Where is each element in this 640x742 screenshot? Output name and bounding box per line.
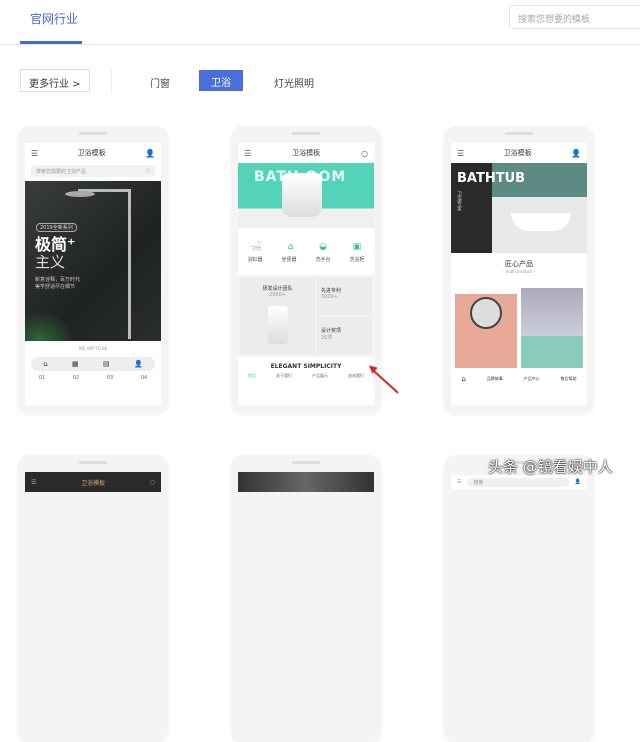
search-icon: ○ [145,168,150,174]
hero-subtitle: 主义 [35,253,66,271]
search-icon: ○ [149,478,155,486]
product-image-mirror[interactable] [455,294,517,368]
template-card-4[interactable]: ☰ 卫浴模板 ○ [18,455,168,742]
user-icon: 👤 [571,148,581,158]
tabbar-contact[interactable]: 咨询我们 [348,373,364,379]
hero-title: BATHTUB [457,171,526,186]
hero-image: 2019全新系列 极简⁺ 主义 新意诠释，百万时代 美学舒适尽在细节 [25,181,161,341]
search-icon: ○ [361,148,368,158]
template-card-1[interactable]: ☰ 卫浴模板 👤 搜索您需要的卫浴产品 ○ 2019全新系列 极简⁺ 主义 新意诠释，… [18,126,168,413]
category-label[interactable]: 洗浴柜 [349,256,364,263]
bathtub-icon: 🛁 [250,242,263,252]
cabinet-icon: ▣ [352,242,362,252]
category-label[interactable]: 浴缸器 [247,256,262,263]
nav-item[interactable]: 品牌故事 [487,376,503,382]
tabbar-home[interactable]: 首页 [248,373,256,379]
nav-item[interactable]: 01 [39,375,45,381]
toilet-icon: ⌂ [287,242,294,252]
grid-icon[interactable]: ▦ [72,360,79,368]
doc-icon[interactable]: ▤ [103,360,110,368]
tile-rd-team[interactable]: 研发设计团队 2000+ [240,277,315,355]
nav-item[interactable]: 售后帮助 [561,376,577,382]
template-card-5[interactable] [231,455,381,742]
category-bathroom[interactable]: 卫浴 [199,70,243,91]
product-image-faucet[interactable] [521,288,583,368]
divider [0,44,640,45]
nav-item[interactable]: 产品中心 [524,376,540,382]
home-icon[interactable]: ⌂ [43,360,47,368]
category-doors-windows[interactable]: 门窗 [150,75,170,90]
tabbar-about[interactable]: 关于我们 [276,373,292,379]
nav-item[interactable]: 02 [73,375,79,381]
section-subtitle: - main product - [502,269,536,274]
nav-item[interactable]: 04 [141,375,147,381]
more-industries-button[interactable]: 更多行业 > [20,69,90,92]
user-icon: 👤 [145,148,155,158]
template-title: 卫浴模板 [77,149,106,157]
template-title: 卫浴模板 [292,149,321,157]
basin-icon: ◒ [319,242,327,252]
search-field: 搜索 [467,477,569,487]
category-label[interactable]: 坐便器 [281,256,296,263]
user-icon[interactable]: 👤 [134,360,143,368]
caption: WE AIM TO BE [78,346,108,351]
nav-item[interactable]: 03 [107,375,113,381]
template-search-input[interactable]: 搜索您想要的模板 [509,5,640,29]
divider [111,68,112,94]
template-card-3[interactable]: ☰ 卫浴模板 👤 BATHTUB 卫浴专家 匠心产品 - main product … [444,126,594,413]
hero-image: BATHTUB 卫浴专家 [451,163,587,253]
hero-side-text: 卫浴专家 [456,191,462,211]
hero-desc: 新意诠释，百万时代 美学舒适尽在细节 [35,277,81,290]
slogan: ELEGANT SIMPLICITY [270,363,342,370]
search-field: 搜索您需要的卫浴产品 [36,169,87,175]
watermark: 头条 @镜看娱中人 [488,458,613,476]
menu-icon: ☰ [457,148,465,158]
category-lighting[interactable]: 灯光照明 [274,75,314,90]
section-title: 匠心产品 [505,260,533,268]
template-title: 卫浴模板 [503,149,532,157]
home-icon[interactable]: ⌂ [461,375,465,383]
menu-icon: ☰ [457,479,462,485]
menu-icon: ☰ [31,478,37,486]
template-card-2[interactable]: ☰ 卫浴模板 ○ BATH OOM 🛁 ⌂ ◒ ▣ 浴缸器 坐便器 洗手台 洗浴柜 研发设计团队… [231,126,381,413]
menu-icon: ☰ [244,148,252,158]
tab-official-industry[interactable]: 官网行业 [30,10,78,27]
menu-icon: ☰ [31,148,39,158]
tile-awards[interactable]: 设计奖项 20项 [317,317,372,355]
banner-image: BATH OOM [238,163,374,228]
template-card-6[interactable]: ☰ 搜索 👤 [444,455,594,742]
category-label[interactable]: 洗手台 [315,256,330,263]
tabbar-products[interactable]: 产品展示 [312,373,328,379]
user-icon: 👤 [574,479,581,485]
tile-patents[interactable]: 先进专利 3000+ [317,277,372,315]
template-title: 卫浴模板 [81,479,106,487]
